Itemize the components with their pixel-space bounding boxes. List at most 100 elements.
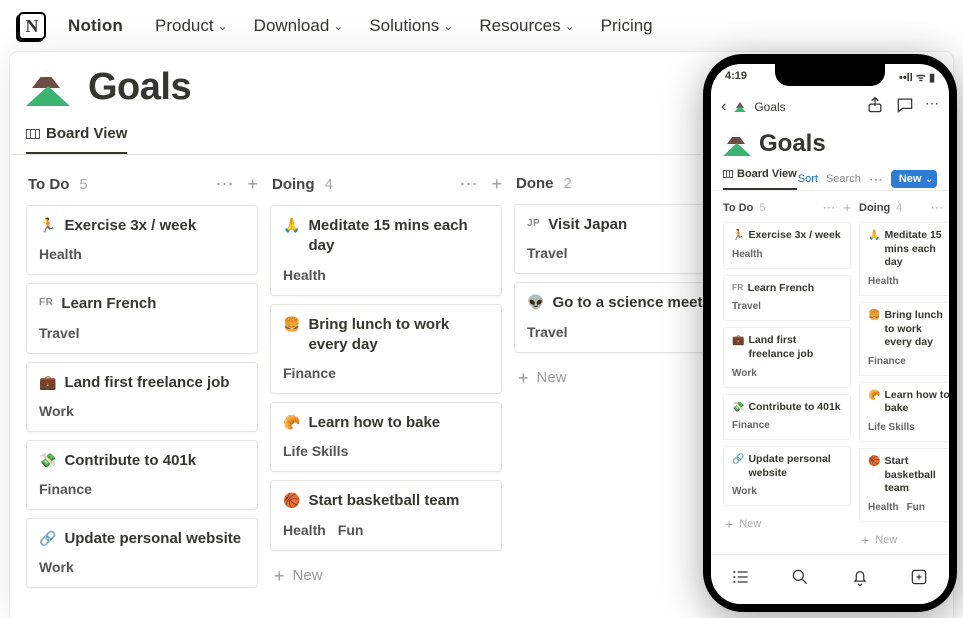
board-card[interactable]: 🏀Start basketball team HealthFun bbox=[270, 480, 502, 550]
plus-icon: + bbox=[725, 516, 733, 532]
back-button[interactable]: ‹ bbox=[721, 98, 726, 116]
column-menu-icon[interactable]: ⋯ bbox=[459, 175, 477, 193]
card-title: Go to a science meetup bbox=[552, 293, 720, 313]
card-emoji: 💼 bbox=[39, 373, 56, 392]
card-tag: Work bbox=[39, 559, 74, 575]
card-tag: Life Skills bbox=[868, 422, 915, 433]
column-count: 5 bbox=[759, 202, 765, 214]
column-menu-icon[interactable]: ⋯ bbox=[930, 201, 943, 214]
board-card[interactable]: 🍔Bring lunch to work every day Finance bbox=[859, 302, 949, 376]
board-column: To Do 5⋯+ 🏃Exercise 3x / week Health FRL… bbox=[723, 201, 851, 552]
phone-notch bbox=[775, 64, 885, 86]
card-tag: Travel bbox=[527, 245, 567, 261]
board-card[interactable]: 💸Contribute to 401k Finance bbox=[26, 440, 258, 510]
card-tag: Health bbox=[868, 276, 899, 287]
phone-more-icon[interactable]: ⋯ bbox=[869, 172, 883, 186]
card-emoji: 💸 bbox=[732, 401, 744, 415]
board-column: To Do 5⋯+ 🏃Exercise 3x / week Health FRL… bbox=[26, 171, 258, 596]
nav-item-product[interactable]: Product⌄ bbox=[155, 16, 228, 36]
nav-item-download[interactable]: Download⌄ bbox=[254, 16, 344, 36]
board-card[interactable]: 🏃Exercise 3x / week Health bbox=[723, 222, 851, 269]
column-add-icon[interactable]: + bbox=[843, 201, 851, 214]
comment-icon[interactable] bbox=[895, 95, 915, 118]
card-tag: Travel bbox=[527, 324, 567, 340]
phone-search-button[interactable]: Search bbox=[826, 173, 861, 185]
card-tag: Health bbox=[283, 522, 326, 538]
notion-logo-icon[interactable]: N bbox=[18, 12, 46, 40]
bell-icon[interactable] bbox=[850, 567, 870, 593]
plus-icon: + bbox=[518, 369, 529, 387]
column-menu-icon[interactable]: ⋯ bbox=[215, 175, 233, 193]
card-title: Meditate 15 mins each day bbox=[884, 229, 949, 270]
phone-page-header: Goals bbox=[711, 124, 949, 160]
search-icon[interactable] bbox=[790, 567, 810, 593]
card-emoji: 🙏 bbox=[868, 229, 880, 270]
board-card[interactable]: 🔗Update personal website Work bbox=[26, 518, 258, 588]
mountain-icon bbox=[734, 102, 746, 112]
column-add-icon[interactable]: + bbox=[491, 175, 502, 193]
phone-view-row: Board View Sort Search ⋯ New⌄ bbox=[711, 160, 949, 191]
card-tag: Fun bbox=[907, 502, 925, 513]
card-flag: JP bbox=[527, 217, 540, 231]
board-card[interactable]: FRLearn French Travel bbox=[723, 275, 851, 322]
card-emoji: 🏃 bbox=[732, 229, 744, 243]
card-emoji: 🏀 bbox=[283, 491, 300, 510]
board-card[interactable]: 🏃Exercise 3x / week Health bbox=[26, 205, 258, 275]
column-count: 4 bbox=[325, 176, 333, 193]
breadcrumb[interactable]: Goals bbox=[754, 100, 785, 114]
card-tag: Finance bbox=[868, 356, 906, 367]
board-card[interactable]: 🍔Bring lunch to work every day Finance bbox=[270, 304, 502, 395]
card-emoji: 💼 bbox=[732, 334, 744, 361]
card-title: Bring lunch to work every day bbox=[884, 309, 949, 350]
board-card[interactable]: 🙏Meditate 15 mins each day Health bbox=[859, 222, 949, 296]
card-tag: Work bbox=[732, 486, 757, 497]
nav-item-pricing[interactable]: Pricing bbox=[601, 16, 653, 36]
column-count: 4 bbox=[896, 202, 902, 214]
phone-top-bar: ‹ Goals ⋯ bbox=[711, 85, 949, 124]
card-emoji: 🏀 bbox=[868, 455, 880, 496]
board-card[interactable]: 🙏Meditate 15 mins each day Health bbox=[270, 205, 502, 296]
share-icon[interactable] bbox=[865, 95, 885, 118]
tab-board-view[interactable]: Board View bbox=[26, 125, 127, 154]
column-menu-icon[interactable]: ⋯ bbox=[822, 201, 835, 214]
card-tag: Travel bbox=[732, 301, 761, 312]
phone-page-title[interactable]: Goals bbox=[759, 130, 826, 158]
list-icon[interactable] bbox=[731, 567, 751, 593]
board-card[interactable]: 💼Land first freelance job Work bbox=[723, 327, 851, 387]
brand-name[interactable]: Notion bbox=[68, 16, 123, 36]
nav-item-resources[interactable]: Resources⌄ bbox=[479, 16, 574, 36]
nav-items: Product⌄ Download⌄ Solutions⌄ Resources⌄… bbox=[155, 16, 653, 36]
card-title: Start basketball team bbox=[884, 455, 949, 496]
phone-tab-board-view[interactable]: Board View bbox=[723, 168, 797, 190]
phone-sort-button[interactable]: Sort bbox=[798, 173, 818, 185]
card-title: Start basketball team bbox=[308, 491, 459, 511]
column-name: To Do bbox=[28, 176, 69, 193]
board-card[interactable]: 💸Contribute to 401k Finance bbox=[723, 394, 851, 441]
board-card[interactable]: FRLearn French Travel bbox=[26, 283, 258, 353]
board-card[interactable]: 🥐Learn how to bake Life Skills bbox=[270, 402, 502, 472]
column-header: To Do 5⋯+ bbox=[723, 201, 851, 222]
nav-item-solutions[interactable]: Solutions⌄ bbox=[369, 16, 453, 36]
card-title: Land first freelance job bbox=[748, 334, 842, 361]
card-emoji: 🥐 bbox=[283, 413, 300, 432]
board-card[interactable]: 🥐Learn how to bake Life Skills bbox=[859, 382, 949, 442]
board-card[interactable]: 💼Land first freelance job Work bbox=[26, 362, 258, 432]
add-card-button[interactable]: +New bbox=[859, 528, 949, 552]
more-icon[interactable]: ⋯ bbox=[925, 95, 939, 118]
phone-board-columns: To Do 5⋯+ 🏃Exercise 3x / week Health FRL… bbox=[711, 191, 949, 562]
column-add-icon[interactable]: + bbox=[247, 175, 258, 193]
chevron-down-icon: ⌄ bbox=[218, 19, 228, 33]
page-title[interactable]: Goals bbox=[88, 66, 191, 109]
board-icon bbox=[26, 129, 40, 139]
chevron-down-icon: ⌄ bbox=[443, 19, 453, 33]
card-title: Bring lunch to work every day bbox=[308, 315, 489, 356]
board-card[interactable]: 🏀Start basketball team HealthFun bbox=[859, 448, 949, 522]
add-card-button[interactable]: +New bbox=[270, 559, 502, 593]
add-card-button[interactable]: +New bbox=[723, 512, 851, 536]
board-column: Doing 4⋯+ 🙏Meditate 15 mins each day Hea… bbox=[270, 171, 502, 596]
board-card[interactable]: 🔗Update personal website Work bbox=[723, 446, 851, 506]
new-page-icon[interactable] bbox=[909, 567, 929, 593]
card-tag: Health bbox=[283, 267, 326, 283]
card-emoji: 🍔 bbox=[283, 315, 300, 334]
new-button[interactable]: New⌄ bbox=[891, 170, 937, 188]
